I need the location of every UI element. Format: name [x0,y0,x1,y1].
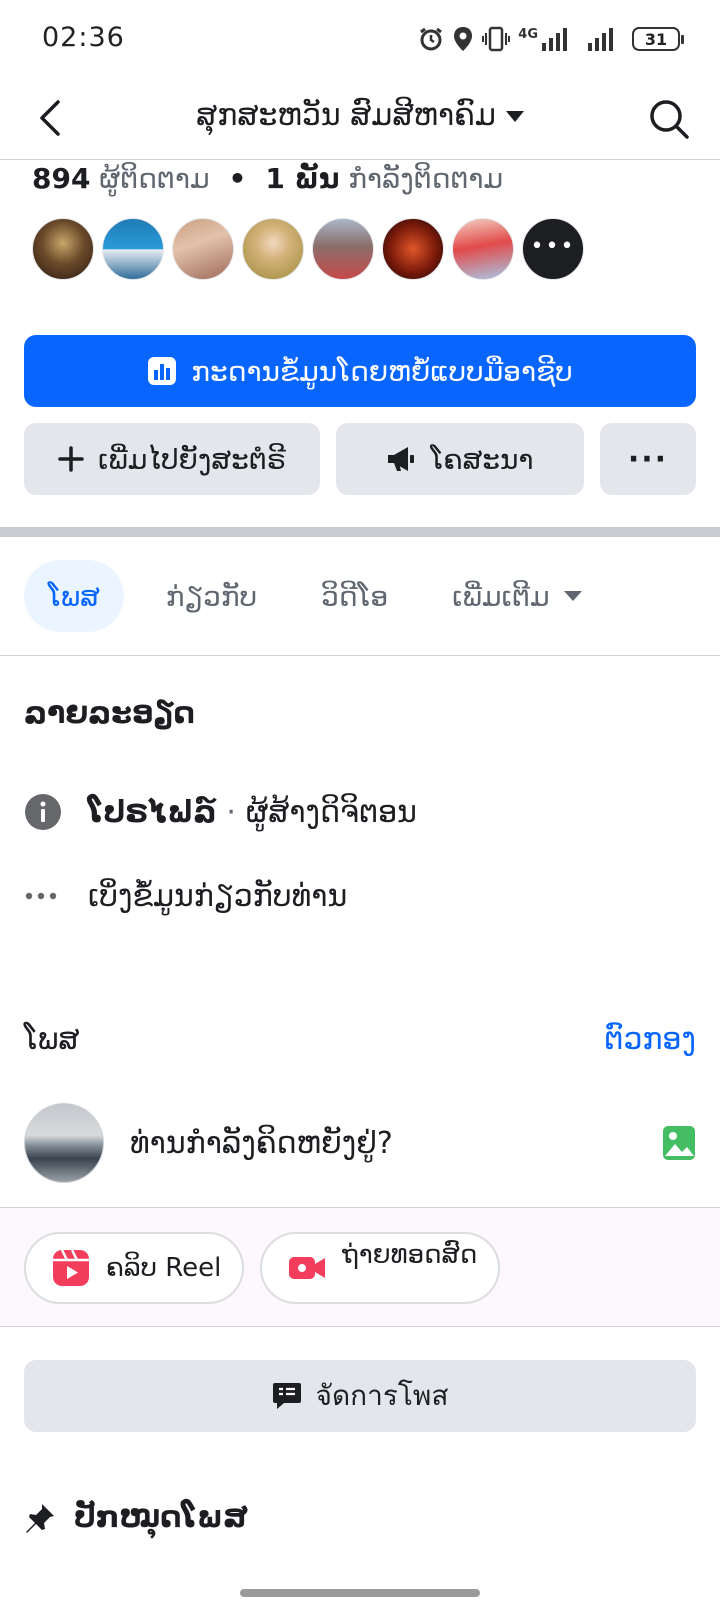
profile-action-row: ເພີ່ມໄປຍັງສະຕໍຣີ ໂຄສະນາ ··· [24,423,696,495]
vibrate-icon [482,26,511,52]
alarm-icon [420,27,443,51]
pin-icon [26,1503,54,1533]
details-title: ລາຍລະອຽດ [24,696,195,731]
friend-avatar[interactable] [452,218,514,280]
section-divider [0,527,720,537]
post-composer[interactable]: ທ່ານກຳລັງຄິດຫຍັງຢູ່? [24,1103,696,1183]
status-icons: 4G 31 [418,26,684,52]
profile-label: ໂປຣໄຟລ໌ [88,794,217,830]
promote-label: ໂຄສະນາ [430,442,534,476]
profile-type-row[interactable]: ໂປຣໄຟລ໌ · ຜູ້ສ້າງດິຈິຕອນ [24,793,417,831]
manage-posts-button[interactable]: จัดการโพส [24,1360,696,1432]
signal-icon-2 [588,28,613,51]
location-icon [454,27,473,51]
dashboard-label: ກະດານຂໍ້ມູນໂດຍຫຍໍ້ແບບມືອາຊີບ [191,354,573,388]
tab-posts[interactable]: ໂພສ [24,560,124,632]
profile-name-title[interactable]: ສຸກສະຫວັນ ສົມສີຫາຄົມ [110,98,610,133]
search-icon[interactable] [648,98,690,140]
filter-link[interactable]: ຕົວກອງ [604,1022,696,1057]
reel-icon [53,1249,89,1286]
friend-avatar[interactable] [382,218,444,280]
tabs-divider [0,655,720,656]
megaphone-icon [388,447,415,471]
friend-avatar[interactable] [242,218,304,280]
followers-count: 894 [32,162,91,195]
chevron-down-icon [563,591,582,601]
my-avatar[interactable] [24,1103,104,1183]
add-to-story-label: ເພີ່ມໄປຍັງສະຕໍຣີ [98,442,286,476]
live-video-icon [289,1257,325,1279]
separator-dot: • [228,162,247,195]
more-dots-icon [24,877,62,915]
battery-icon: 31 [632,27,684,51]
see-about-row[interactable]: ເບິ່ງຂໍ້ມູນກ່ຽວກັບທ່ານ [24,877,347,915]
live-label: ຖ່າຍທອດສົດ [342,1240,478,1270]
friend-avatar[interactable] [172,218,234,280]
status-bar: 02:36 4G 31 [0,0,720,80]
back-arrow-icon[interactable] [30,96,74,140]
professional-dashboard-button[interactable]: ກະດານຂໍ້ມູນໂດຍຫຍໍ້ແບບມືອາຊີບ [24,335,696,407]
home-indicator[interactable] [240,1589,480,1597]
posts-header: ໂພສ ຕົວກອງ [24,1022,696,1057]
more-options-icon: ··· [627,441,669,477]
following-count: 1 ພັນ [265,162,340,195]
dashboard-chart-icon [148,357,177,385]
signal-icon [542,28,567,51]
followers-label: ຜູ້ຕິດຕາມ [99,162,210,195]
info-icon [24,793,62,831]
pinned-title: ປັກໝຸດໂພສ [74,1500,248,1535]
separator-dot: · [226,794,236,830]
plus-icon [58,446,84,472]
quick-actions-strip: ຄລິບ Reel ຖ່າຍທອດສົດ [0,1207,720,1327]
friend-avatar[interactable] [32,218,94,280]
tab-about[interactable]: ກ່ຽວກັບ [144,560,279,632]
following-label: ກຳລັງຕິດຕາມ [348,162,504,195]
tab-videos[interactable]: ວິດີໂອ [299,560,410,632]
reel-label: ຄລິບ Reel [106,1253,222,1283]
chevron-down-icon [505,111,524,122]
more-dots-icon: ••• [530,233,576,259]
friends-avatar-row[interactable]: ••• [32,218,584,280]
composer-placeholder[interactable]: ທ່ານກຳລັງຄິດຫຍັງຢູ່? [130,1126,662,1161]
posts-title: ໂພສ [24,1022,80,1057]
manage-posts-label: จัดการโพส [315,1379,449,1412]
battery-level: 31 [644,29,668,49]
reel-button[interactable]: ຄລິບ Reel [24,1232,244,1304]
more-friends-button[interactable]: ••• [522,218,584,280]
friend-avatar[interactable] [102,218,164,280]
profile-name: ສຸກສະຫວັນ ສົມສີຫາຄົມ [196,98,496,133]
add-to-story-button[interactable]: ເພີ່ມໄປຍັງສະຕໍຣີ [24,423,320,495]
pinned-posts-header: ປັກໝຸດໂພສ [24,1500,248,1535]
clock: 02:36 [42,22,125,53]
see-about-label: ເບິ່ງຂໍ້ມູນກ່ຽວກັບທ່ານ [88,878,348,914]
promote-button[interactable]: ໂຄສະນາ [336,423,584,495]
network-type: 4G [518,26,538,42]
more-options-button[interactable]: ··· [600,423,696,495]
profile-tabs: ໂພສ ກ່ຽວກັບ ວິດີໂອ ເພີ່ມເຕີມ [24,560,624,632]
tab-more[interactable]: ເພີ່ມເຕີມ [430,560,603,632]
live-button[interactable]: ຖ່າຍທອດສົດ [260,1232,500,1304]
tab-more-label: ເພີ່ມເຕີມ [452,579,550,613]
friend-avatar[interactable] [312,218,374,280]
chat-bubble-icon [272,1383,301,1409]
profile-role: ຜູ້ສ້າງດິຈິຕອນ [245,794,417,830]
top-app-bar: ສຸກສະຫວັນ ສົມສີຫາຄົມ [0,80,720,160]
follow-counts[interactable]: 894 ຜູ້ຕິດຕາມ • 1 ພັນ ກຳລັງຕິດຕາມ [32,162,503,195]
photo-icon[interactable] [662,1124,696,1162]
